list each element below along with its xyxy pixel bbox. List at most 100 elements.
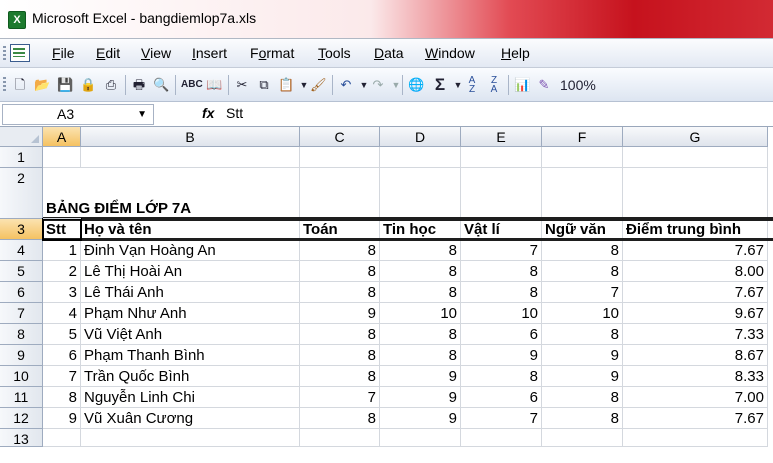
row-header-5[interactable]: 5	[0, 261, 43, 282]
row-header-7[interactable]: 7	[0, 303, 43, 324]
formula-input[interactable]: Stt	[226, 105, 243, 121]
table-cell: 7.33	[623, 324, 768, 345]
table-cell: 2	[43, 261, 81, 282]
save-icon[interactable]: 💾	[57, 76, 73, 94]
column-header-b[interactable]: B	[81, 127, 300, 147]
table-cell: 8.00	[623, 261, 768, 282]
paste-icon[interactable]: 📋	[278, 76, 294, 94]
table-cell: 8	[300, 324, 380, 345]
sort-ascending-icon[interactable]: AZ	[464, 76, 480, 95]
table-cell: 6	[43, 345, 81, 366]
permission-icon[interactable]: 🔒	[80, 76, 96, 94]
toolbar-separator	[332, 75, 333, 95]
menu-file[interactable]: File	[52, 45, 75, 61]
zoom-value[interactable]: 100%	[560, 76, 596, 94]
undo-icon[interactable]: ↶	[338, 76, 354, 94]
row-header-9[interactable]: 9	[0, 345, 43, 366]
row-header-2[interactable]: 2	[0, 168, 43, 219]
column-header-g[interactable]: G	[623, 127, 768, 147]
research-icon[interactable]: 📖	[206, 76, 222, 94]
empty-cell	[300, 168, 380, 219]
menu-tools[interactable]: Tools	[318, 45, 351, 61]
toolbar-separator	[175, 75, 176, 95]
table-cell: 9	[461, 345, 542, 366]
column-header-d[interactable]: D	[380, 127, 461, 147]
column-header-c[interactable]: C	[300, 127, 380, 147]
sheet-title: BẢNG ĐIỂM LỚP 7A	[43, 168, 191, 219]
table-cell: 8.67	[623, 345, 768, 366]
column-header-f[interactable]: F	[542, 127, 623, 147]
menu-help[interactable]: Help	[501, 45, 530, 61]
menu-window[interactable]: Window	[425, 45, 475, 61]
print-preview-icon[interactable]: 🖶	[131, 76, 147, 94]
menu-insert[interactable]: Insert	[192, 45, 227, 61]
header-cell: Stt	[43, 219, 81, 240]
autosum-icon[interactable]: Σ	[432, 76, 448, 94]
name-box-dropdown-icon[interactable]: ▼	[137, 105, 147, 124]
table-cell: 8	[300, 345, 380, 366]
row-header-13[interactable]: 13	[0, 429, 43, 447]
table-cell: 9	[380, 387, 461, 408]
sort-descending-icon[interactable]: ZA	[486, 76, 502, 95]
insert-function-icon[interactable]: fx	[202, 105, 214, 121]
toolbar-separator	[402, 75, 403, 95]
table-cell: 3	[43, 282, 81, 303]
row-header-6[interactable]: 6	[0, 282, 43, 303]
row-header-4[interactable]: 4	[0, 240, 43, 261]
menu-view[interactable]: View	[141, 45, 171, 61]
empty-cell	[461, 429, 542, 447]
table-cell: 7.67	[623, 408, 768, 429]
menu-grip-icon[interactable]	[3, 46, 6, 62]
empty-cell	[81, 429, 300, 447]
table-cell: 4	[43, 303, 81, 324]
row-header-3[interactable]: 3	[0, 219, 43, 240]
table-cell: 7	[542, 282, 623, 303]
standard-toolbar: 🗋 📂 💾 🔒 ⎙ 🖶 🔍 ABC 📖 ✂ ⧉ 📋 ▼ 🖌 ↶ ▼ ↷ ▼ 🌐 …	[0, 68, 773, 102]
workbook-icon[interactable]	[10, 44, 30, 62]
row-header-8[interactable]: 8	[0, 324, 43, 345]
row-header-11[interactable]: 11	[0, 387, 43, 408]
column-header-e[interactable]: E	[461, 127, 542, 147]
table-cell: 8	[43, 387, 81, 408]
menu-data[interactable]: Data	[374, 45, 404, 61]
chart-wizard-icon[interactable]: 📊	[514, 76, 530, 94]
table-cell: 8	[542, 261, 623, 282]
row-header-10[interactable]: 10	[0, 366, 43, 387]
redo-icon[interactable]: ↷	[370, 76, 386, 94]
empty-cell	[623, 429, 768, 447]
header-border-bottom	[43, 238, 773, 241]
spelling-icon[interactable]: ABC	[181, 76, 203, 94]
new-icon[interactable]: 🗋	[12, 76, 28, 94]
row-header-12[interactable]: 12	[0, 408, 43, 429]
hyperlink-icon[interactable]: 🌐	[408, 76, 424, 94]
table-cell: 8	[542, 387, 623, 408]
format-painter-icon[interactable]: 🖌	[310, 76, 327, 94]
student-name-cell: Lê Thị Hoài An	[81, 261, 300, 282]
header-cell: Điểm trung bình	[623, 219, 768, 240]
name-box[interactable]: A3 ▼	[2, 104, 154, 125]
excel-app-icon[interactable]: X	[8, 11, 26, 29]
table-cell: 8	[300, 366, 380, 387]
table-cell: 8	[542, 408, 623, 429]
header-cell: Tin học	[380, 219, 461, 240]
toolbar-grip-icon[interactable]	[3, 77, 6, 93]
table-cell: 8	[461, 261, 542, 282]
empty-cell	[380, 429, 461, 447]
table-cell: 9	[43, 408, 81, 429]
header-cell: Toán	[300, 219, 380, 240]
menu-edit[interactable]: Edit	[96, 45, 120, 61]
copy-icon[interactable]: ⧉	[256, 76, 272, 94]
drawing-icon[interactable]: ✎	[536, 76, 552, 94]
open-icon[interactable]: 📂	[34, 76, 50, 94]
column-header-a[interactable]: A	[43, 127, 81, 147]
cut-icon[interactable]: ✂	[234, 76, 250, 94]
table-cell: 8	[300, 261, 380, 282]
menu-format[interactable]: Format	[250, 45, 294, 61]
print-icon[interactable]: ⎙	[103, 76, 119, 94]
empty-cell	[542, 168, 623, 219]
table-cell: 9	[542, 366, 623, 387]
table-cell: 5	[43, 324, 81, 345]
table-cell: 9	[380, 366, 461, 387]
name-box-value: A3	[57, 106, 75, 122]
print-preview-zoom-icon[interactable]: 🔍	[153, 76, 169, 94]
